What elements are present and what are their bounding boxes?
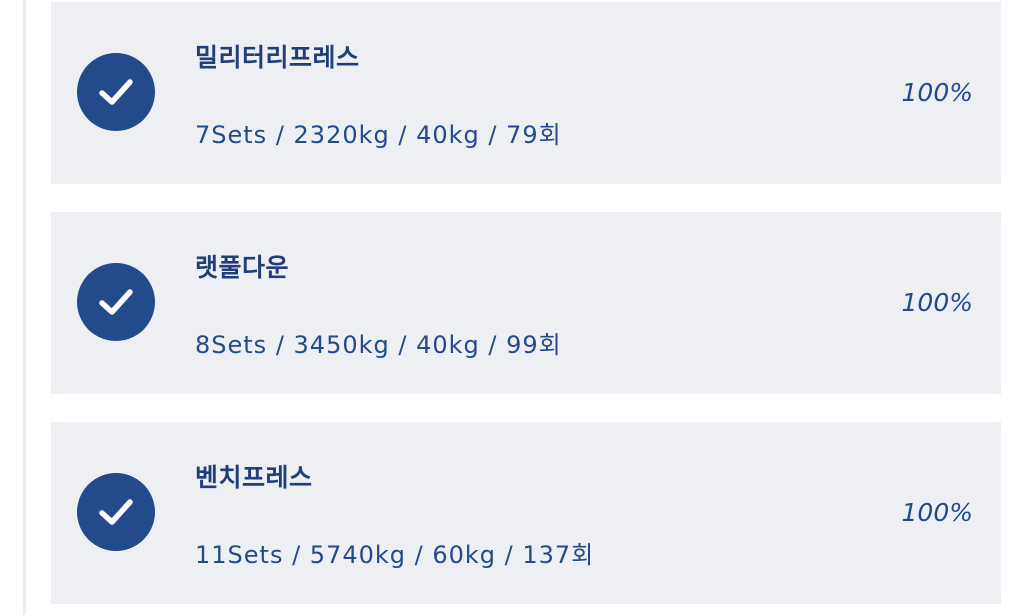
exercise-stats: 7Sets / 2320kg / 40kg / 79회 <box>195 121 562 149</box>
completion-percent: 100% <box>901 498 973 527</box>
exercise-card[interactable]: 밀리터리프레스 7Sets / 2320kg / 40kg / 79회 100% <box>51 2 1001 184</box>
exercise-card[interactable]: 랫풀다운 8Sets / 3450kg / 40kg / 99회 100% <box>51 212 1001 394</box>
exercise-name: 밀리터리프레스 <box>195 43 360 72</box>
exercise-list: 밀리터리프레스 7Sets / 2320kg / 40kg / 79회 100%… <box>51 2 1001 615</box>
left-edge-shadow <box>0 0 26 615</box>
exercise-stats: 8Sets / 3450kg / 40kg / 99회 <box>195 331 562 359</box>
exercise-card[interactable]: 벤치프레스 11Sets / 5740kg / 60kg / 137회 100% <box>51 422 1001 604</box>
workout-summary-page: 밀리터리프레스 7Sets / 2320kg / 40kg / 79회 100%… <box>0 0 1023 615</box>
exercise-stats: 11Sets / 5740kg / 60kg / 137회 <box>195 541 595 569</box>
checkmark-icon[interactable] <box>77 53 155 131</box>
completion-percent: 100% <box>901 288 973 317</box>
completion-percent: 100% <box>901 78 973 107</box>
exercise-name: 랫풀다운 <box>195 253 290 282</box>
checkmark-icon[interactable] <box>77 263 155 341</box>
checkmark-icon[interactable] <box>77 473 155 551</box>
exercise-name: 벤치프레스 <box>195 463 313 492</box>
